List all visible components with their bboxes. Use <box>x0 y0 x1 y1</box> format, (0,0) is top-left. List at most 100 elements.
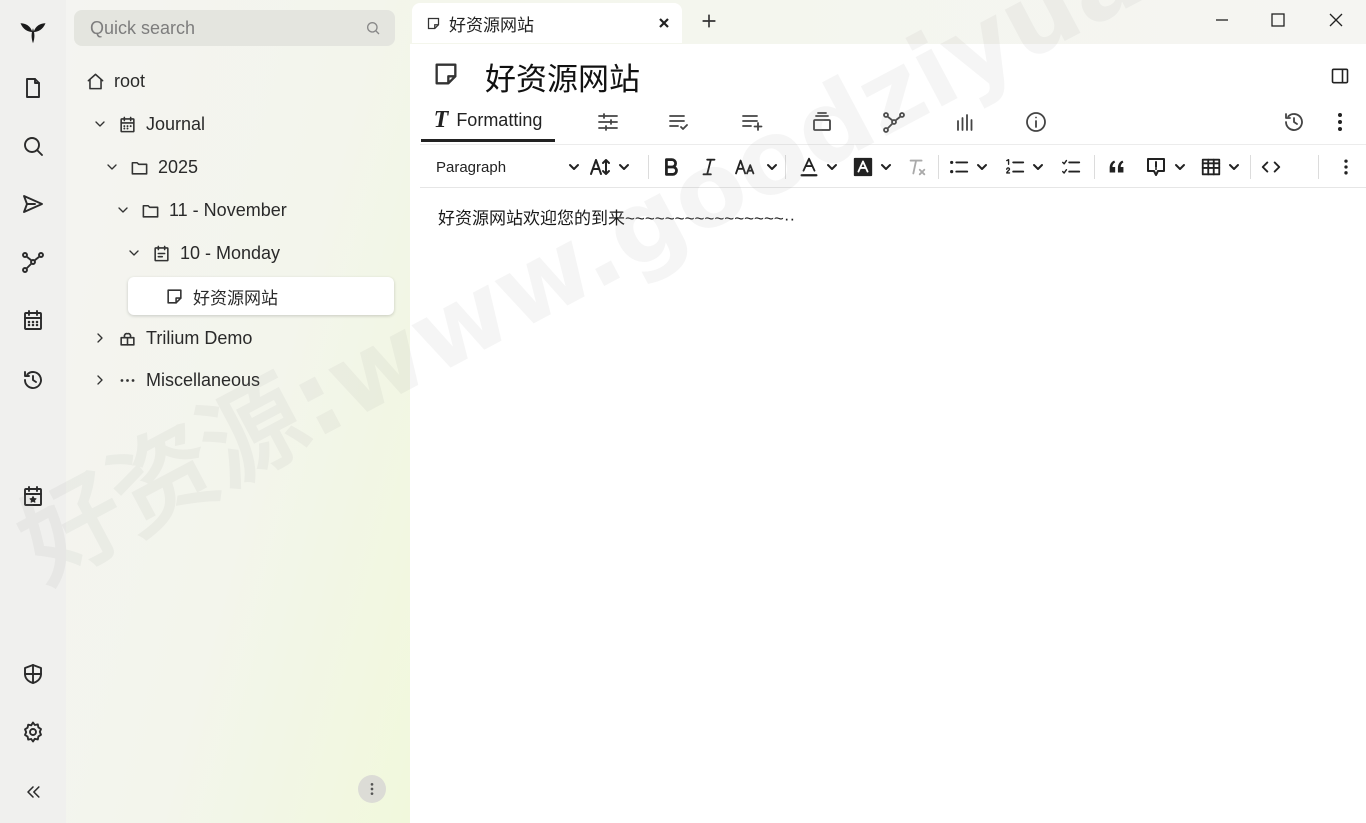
new-tab-button[interactable] <box>698 10 720 32</box>
chevron-down-icon[interactable] <box>115 202 131 218</box>
text-case-button[interactable] <box>734 153 778 181</box>
tree-node-day[interactable]: 10 - Monday <box>126 234 280 272</box>
background-color-icon <box>853 157 873 177</box>
toolbar-separator <box>1250 155 1251 179</box>
note-paths-icon[interactable] <box>806 102 838 142</box>
launcher-bar <box>0 0 66 823</box>
italic-icon <box>702 158 716 176</box>
code-button[interactable] <box>1260 153 1282 181</box>
note-title[interactable]: 好资源网站 <box>485 54 640 99</box>
trilium-logo-icon[interactable] <box>13 12 53 52</box>
collapse-icon[interactable] <box>13 772 53 812</box>
tree-node-trilium-demo[interactable]: Trilium Demo <box>92 319 252 357</box>
paragraph-dropdown[interactable]: Paragraph <box>436 153 580 181</box>
chevron-down-icon[interactable] <box>104 159 120 175</box>
note-detail: 好资源网站 T Formatting Paragraph 好资源网站欢迎您的到来… <box>410 44 1366 823</box>
blockquote-button[interactable] <box>1106 153 1128 181</box>
font-size-button[interactable] <box>588 153 630 181</box>
todo-list-button[interactable] <box>1060 153 1082 181</box>
insert-table-button[interactable] <box>1200 153 1240 181</box>
tab-formatting[interactable]: T Formatting <box>421 102 555 142</box>
chevron-right-icon[interactable] <box>92 372 108 388</box>
tree-node-miscellaneous[interactable]: Miscellaneous <box>92 361 260 399</box>
new-note-icon[interactable] <box>13 68 53 108</box>
home-icon <box>86 72 105 91</box>
toolbar-separator <box>1318 155 1319 179</box>
tree-node-label: Journal <box>146 113 206 134</box>
admonition-button[interactable] <box>1144 153 1186 181</box>
calendar-icon[interactable] <box>13 300 53 340</box>
send-icon[interactable] <box>13 184 53 224</box>
dots-icon <box>118 371 137 390</box>
tree-node-label: 好资源网站 <box>193 288 278 308</box>
history-icon[interactable] <box>13 360 53 400</box>
tree-node-label: Trilium Demo <box>146 327 253 348</box>
chevron-down-icon <box>766 161 778 173</box>
quick-search[interactable] <box>74 10 395 46</box>
more-tools-button[interactable] <box>1336 153 1356 181</box>
chevron-down-icon <box>880 161 892 173</box>
minimize-button[interactable] <box>1210 8 1234 32</box>
bulleted-list-icon <box>950 160 969 174</box>
chevron-down-icon[interactable] <box>92 116 108 132</box>
font-color-button[interactable] <box>798 153 838 181</box>
chevron-down-icon <box>1174 161 1186 173</box>
text-case-icon <box>735 159 755 175</box>
todo-list-icon <box>1062 159 1081 174</box>
bold-icon <box>665 158 678 176</box>
tab-bar: 好资源网站 <box>410 0 1366 44</box>
plus-icon <box>702 14 716 28</box>
paragraph-label: Paragraph <box>436 158 507 176</box>
bold-button[interactable] <box>660 153 682 181</box>
note-content-editor[interactable]: 好资源网站欢迎您的到来~~~~~~~~~~~~~~~~·· <box>438 204 795 229</box>
similar-notes-icon[interactable] <box>949 102 981 142</box>
tree-node-active-note[interactable]: 好资源网站 <box>128 277 394 315</box>
note-properties-icon[interactable] <box>592 102 624 142</box>
numbered-list-button[interactable] <box>1004 153 1044 181</box>
font-color-icon <box>800 157 818 177</box>
vertical-dots-icon <box>370 783 374 795</box>
search-icon[interactable] <box>13 126 53 166</box>
tree-menu-button[interactable] <box>358 775 386 803</box>
chevron-down-icon[interactable] <box>126 245 142 261</box>
owned-attributes-icon[interactable] <box>663 102 695 142</box>
tree-node-year[interactable]: 2025 <box>104 148 198 186</box>
protected-session-icon[interactable] <box>13 654 53 694</box>
italic-button[interactable] <box>698 153 720 181</box>
toggle-right-pane-icon[interactable] <box>1330 66 1350 86</box>
revisions-icon[interactable] <box>1278 102 1310 142</box>
tree-node-journal[interactable]: Journal <box>92 105 205 143</box>
tree-node-root[interactable]: root <box>86 62 145 100</box>
tab-title: 好资源网站 <box>449 15 534 35</box>
tab-note[interactable]: 好资源网站 <box>412 3 682 43</box>
formatting-label: Formatting <box>456 110 543 130</box>
search-icon <box>367 22 380 35</box>
note-info-icon[interactable] <box>1020 102 1052 142</box>
toolbar-separator <box>785 155 786 179</box>
inherited-attributes-icon[interactable] <box>736 102 768 142</box>
note-tree-pane: root Journal 2025 11 - November 10 - Mon… <box>66 0 410 823</box>
today-icon[interactable] <box>13 476 53 516</box>
text-note-icon <box>426 16 441 31</box>
remove-format-icon <box>909 159 926 176</box>
note-map-icon[interactable] <box>13 242 53 282</box>
note-actions-icon[interactable] <box>1324 102 1356 142</box>
vertical-dots-icon <box>1344 159 1348 175</box>
tree-node-label: 2025 <box>158 156 199 177</box>
note-map-icon[interactable] <box>878 102 910 142</box>
quick-search-input[interactable] <box>90 17 365 39</box>
settings-icon[interactable] <box>13 712 53 752</box>
chevron-right-icon[interactable] <box>92 330 108 346</box>
close-tab-icon[interactable] <box>656 15 672 31</box>
close-icon <box>1329 13 1343 27</box>
background-color-button[interactable] <box>852 153 892 181</box>
table-icon <box>1201 158 1221 176</box>
maximize-button[interactable] <box>1266 8 1290 32</box>
bulleted-list-button[interactable] <box>948 153 988 181</box>
close-window-button[interactable] <box>1324 8 1348 32</box>
chevron-down-icon <box>976 161 988 173</box>
remove-format-button[interactable] <box>906 153 928 181</box>
tree-node-month[interactable]: 11 - November <box>115 191 287 229</box>
code-icon <box>1261 161 1281 173</box>
note-type-icon[interactable] <box>432 60 460 88</box>
